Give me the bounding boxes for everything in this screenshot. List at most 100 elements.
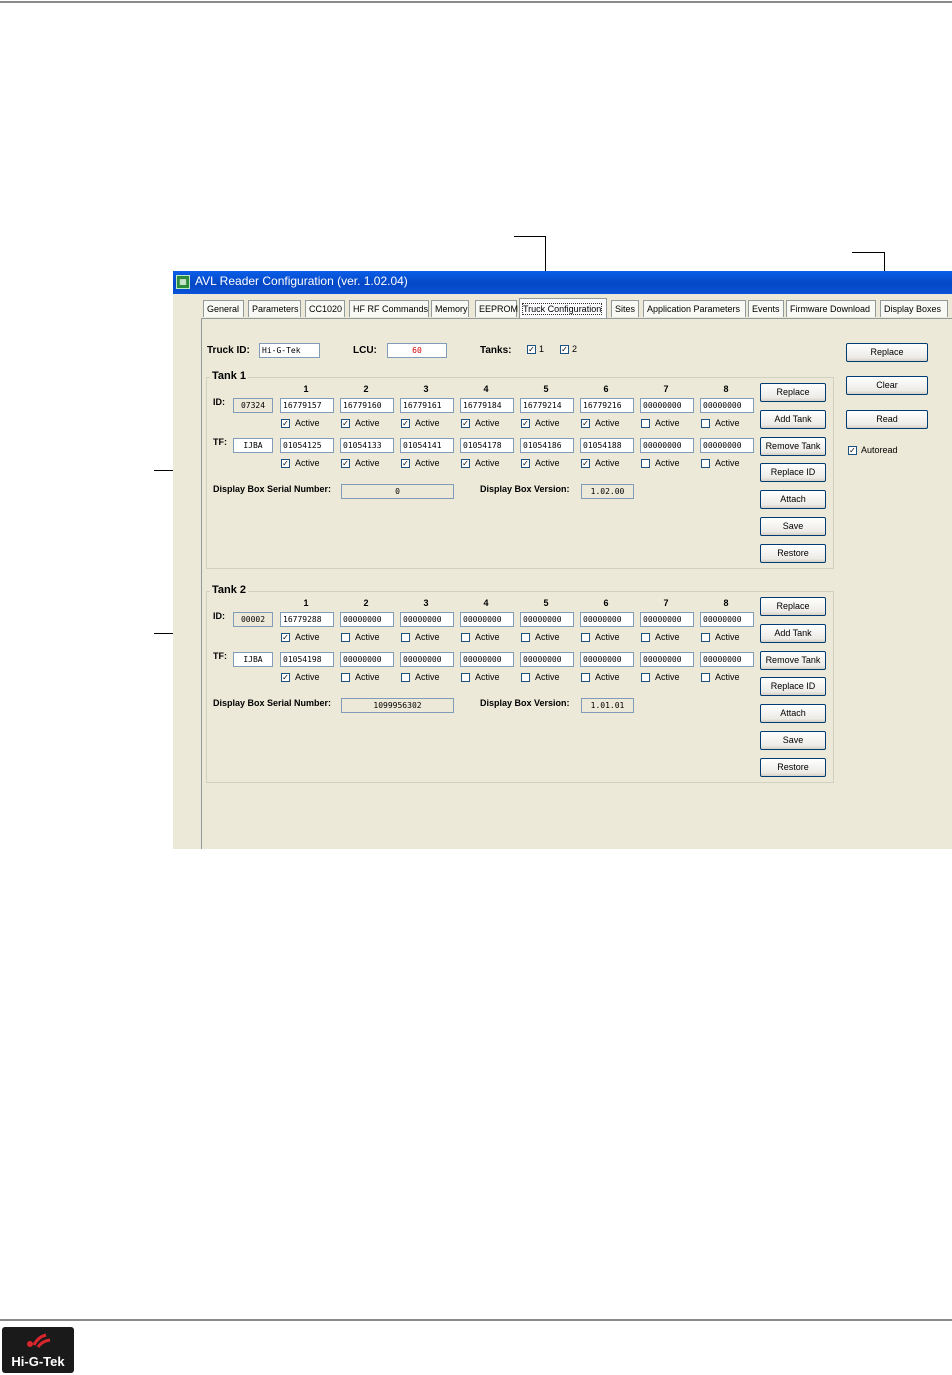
tf-active-checkbox[interactable] [341, 673, 350, 682]
restore-button[interactable]: Restore [760, 757, 826, 777]
tf-active-checkbox[interactable]: ✓ [401, 459, 410, 468]
tf-active-checkbox[interactable] [521, 673, 530, 682]
id-active-checkbox[interactable]: ✓ [401, 419, 410, 428]
id-active-checkbox[interactable] [701, 633, 710, 642]
id-field[interactable]: 16779214 [520, 398, 574, 413]
tf-field[interactable]: 00000000 [340, 652, 394, 667]
tf-active-checkbox[interactable]: ✓ [341, 459, 350, 468]
replace-button[interactable]: Replace [846, 343, 928, 362]
replace-button[interactable]: Replace [760, 383, 826, 402]
id-active-checkbox[interactable]: ✓ [281, 633, 290, 642]
tf-field[interactable]: 00000000 [520, 652, 574, 667]
id-field[interactable]: 00000000 [580, 612, 634, 627]
replace-id-button[interactable]: Replace ID [760, 677, 826, 697]
tf-active-checkbox[interactable] [701, 673, 710, 682]
tab-truck-configuration[interactable]: Truck Configuration [519, 298, 607, 318]
tf-active-checkbox[interactable]: ✓ [461, 459, 470, 468]
tab-general[interactable]: General [203, 300, 244, 317]
id-field[interactable]: 16779216 [580, 398, 634, 413]
id-field[interactable]: 16779288 [280, 612, 334, 627]
id-active-checkbox[interactable] [701, 419, 710, 428]
restore-button[interactable]: Restore [760, 543, 826, 563]
id-active-checkbox[interactable]: ✓ [281, 419, 290, 428]
tf-active-checkbox[interactable]: ✓ [521, 459, 530, 468]
tab-parameters[interactable]: Parameters [248, 300, 301, 317]
attach-button[interactable]: Attach [760, 490, 826, 510]
tf-active-checkbox[interactable]: ✓ [281, 673, 290, 682]
id-field[interactable]: 00000000 [640, 612, 694, 627]
tf-field[interactable]: 01054178 [460, 438, 514, 453]
tank-1-checkbox[interactable]: ✓ [527, 345, 536, 354]
autoread-checkbox[interactable]: ✓ [848, 446, 857, 455]
tf-active-checkbox[interactable] [641, 459, 650, 468]
add-tank-button[interactable]: Add Tank [760, 623, 826, 643]
tab-hf-rf-commands[interactable]: HF RF Commands [349, 300, 429, 317]
tab-eeprom[interactable]: EEPROM [475, 300, 518, 317]
tf-field[interactable]: 01054186 [520, 438, 574, 453]
tab-memory[interactable]: Memory [431, 300, 469, 317]
tf-field[interactable]: 01054133 [340, 438, 394, 453]
id-active-checkbox[interactable]: ✓ [461, 419, 470, 428]
id-field[interactable]: 16779184 [460, 398, 514, 413]
tf-active-checkbox[interactable] [701, 459, 710, 468]
tf-field[interactable]: 00000000 [460, 652, 514, 667]
tf-field[interactable]: 01054141 [400, 438, 454, 453]
tab-events[interactable]: Events [748, 300, 784, 317]
tf-field[interactable]: 00000000 [700, 438, 754, 453]
id-active-checkbox[interactable] [401, 633, 410, 642]
tf-field[interactable]: 00000000 [700, 652, 754, 667]
id-field[interactable]: 00000000 [400, 612, 454, 627]
id-field[interactable]: 16779157 [280, 398, 334, 413]
tf-field[interactable]: 00000000 [640, 438, 694, 453]
id-active-checkbox[interactable] [461, 633, 470, 642]
id-field[interactable]: 00000000 [460, 612, 514, 627]
id-field[interactable]: 00000000 [640, 398, 694, 413]
id-field[interactable]: 00000000 [340, 612, 394, 627]
id-active-checkbox[interactable]: ✓ [521, 419, 530, 428]
tab-cc1020[interactable]: CC1020 [305, 300, 345, 317]
id-active-checkbox[interactable] [641, 419, 650, 428]
remove-tank-button[interactable]: Remove Tank [760, 650, 826, 670]
replace-id-button[interactable]: Replace ID [760, 463, 826, 483]
read-button[interactable]: Read [846, 410, 928, 429]
attach-button[interactable]: Attach [760, 704, 826, 724]
tf-field[interactable]: 00000000 [400, 652, 454, 667]
id-field[interactable]: 00000000 [520, 612, 574, 627]
replace-button[interactable]: Replace [760, 597, 826, 616]
tf-field[interactable]: 01054188 [580, 438, 634, 453]
tf-field[interactable]: 01054198 [280, 652, 334, 667]
tank-2-checkbox[interactable]: ✓ [560, 345, 569, 354]
clear-button[interactable]: Clear [846, 376, 928, 395]
add-tank-button[interactable]: Add Tank [760, 409, 826, 429]
tab-display-boxes[interactable]: Display Boxes [880, 300, 948, 317]
save-button[interactable]: Save [760, 517, 826, 536]
id-active-checkbox[interactable] [581, 633, 590, 642]
tf-active-checkbox[interactable]: ✓ [581, 459, 590, 468]
tf-active-checkbox[interactable] [581, 673, 590, 682]
tf-field[interactable]: 01054125 [280, 438, 334, 453]
save-button[interactable]: Save [760, 731, 826, 750]
tf-active-checkbox[interactable]: ✓ [281, 459, 290, 468]
id-active-checkbox[interactable]: ✓ [341, 419, 350, 428]
id-active-checkbox[interactable]: ✓ [581, 419, 590, 428]
tab-firmware-download[interactable]: Firmware Download [786, 300, 876, 317]
id-active-checkbox[interactable] [521, 633, 530, 642]
id-field[interactable]: 00000000 [700, 398, 754, 413]
id-active-checkbox[interactable] [641, 633, 650, 642]
tf-active-checkbox[interactable] [641, 673, 650, 682]
tab-sites[interactable]: Sites [611, 300, 639, 317]
id-field[interactable]: 16779161 [400, 398, 454, 413]
truck-id-field[interactable]: Hi-G-Tek [259, 343, 320, 358]
tf-prefix-field[interactable]: IJBA [233, 438, 273, 453]
tf-field[interactable]: 00000000 [580, 652, 634, 667]
tf-active-checkbox[interactable] [401, 673, 410, 682]
tf-active-checkbox[interactable] [461, 673, 470, 682]
tf-prefix-field[interactable]: IJBA [233, 652, 273, 667]
tf-field[interactable]: 00000000 [640, 652, 694, 667]
lcu-field[interactable]: 60 [387, 343, 447, 358]
id-field[interactable]: 16779160 [340, 398, 394, 413]
id-field[interactable]: 00000000 [700, 612, 754, 627]
remove-tank-button[interactable]: Remove Tank [760, 436, 826, 456]
tab-application-parameters[interactable]: Application Parameters [643, 300, 746, 317]
id-active-checkbox[interactable] [341, 633, 350, 642]
